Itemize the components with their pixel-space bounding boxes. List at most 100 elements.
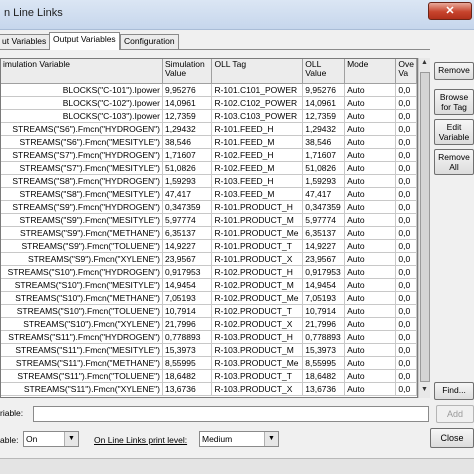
- table-cell: R-101.PRODUCT_X: [211, 252, 304, 266]
- table-cell: STREAMS("S10").Fmcn("METHANE"): [1, 291, 163, 305]
- status-bar: [0, 458, 474, 474]
- table-row[interactable]: BLOCKS("C-103").Ipower 12,7359 R-103.C103_…: [1, 109, 417, 123]
- table-cell: 14,9454: [302, 278, 346, 292]
- table-row[interactable]: STREAMS("S9").Fmcn("MESITYLE") 5,97774 R-1…: [1, 213, 417, 227]
- table-cell: R-101.PRODUCT_Me: [211, 226, 304, 240]
- table-row[interactable]: STREAMS("S11").Fmcn("HYDROGEN") 0,778893 R…: [1, 330, 417, 344]
- table-cell: Auto: [344, 291, 397, 305]
- browse-for-tag-button[interactable]: Browse for Tag: [434, 89, 474, 115]
- table-cell: Auto: [344, 135, 397, 149]
- table-cell: 10,7914: [302, 304, 346, 318]
- table-cell: STREAMS("S9").Fmcn("TOLUENE"): [1, 239, 163, 253]
- column-header[interactable]: Ove Va: [395, 59, 417, 84]
- table-cell: 1,59293: [162, 174, 213, 188]
- table-cell: 0,0: [395, 226, 417, 240]
- table-cell: 15,3973: [162, 343, 213, 357]
- table-row[interactable]: BLOCKS("C-101").Ipower 9,95276 R-101.C101_…: [1, 83, 417, 97]
- variable-input[interactable]: [33, 406, 429, 422]
- table-cell: 0,917953: [302, 265, 346, 279]
- table-row[interactable]: STREAMS("S10").Fmcn("MESITYLE") 14,9454 R-…: [1, 278, 417, 292]
- table-row[interactable]: STREAMS("S9").Fmcn("METHANE") 6,35137 R-10…: [1, 226, 417, 240]
- add-button[interactable]: Add: [436, 405, 474, 423]
- table-row[interactable]: STREAMS("S8").Fmcn("HYDROGEN") 1,59293 R-1…: [1, 174, 417, 188]
- scrollbar-thumb[interactable]: [420, 72, 430, 382]
- scroll-down-icon[interactable]: ▼: [421, 386, 428, 393]
- table-cell: Auto: [344, 304, 397, 318]
- table-row[interactable]: STREAMS("S11").Fmcn("XYLENE") 13,6736 R-10…: [1, 382, 417, 396]
- find-button[interactable]: Find...: [434, 382, 474, 400]
- table-cell: 1,71607: [162, 148, 213, 162]
- table-cell: 0,0: [395, 330, 417, 344]
- table-cell: Auto: [344, 265, 397, 279]
- column-header[interactable]: OLL Value: [302, 59, 346, 84]
- table-cell: R-101.FEED_M: [211, 135, 304, 149]
- chevron-down-icon[interactable]: ▼: [264, 432, 278, 446]
- print-level-select[interactable]: Medium ▼: [199, 431, 279, 447]
- table-cell: R-101.PRODUCT_H: [211, 200, 304, 214]
- table-cell: 14,0961: [302, 96, 346, 110]
- table-cell: R-102.PRODUCT_X: [211, 317, 304, 331]
- table-cell: 0,0: [395, 369, 417, 383]
- table-row[interactable]: STREAMS("S7").Fmcn("MESITYLE") 51,0826 R-1…: [1, 161, 417, 175]
- table-cell: 0,0: [395, 148, 417, 162]
- table-cell: STREAMS("S10").Fmcn("MESITYLE"): [1, 278, 163, 292]
- table-row[interactable]: STREAMS("S11").Fmcn("METHANE") 8,55995 R-1…: [1, 356, 417, 370]
- column-header[interactable]: Mode: [344, 59, 397, 84]
- table-row[interactable]: STREAMS("S9").Fmcn("HYDROGEN") 0,347359 R-…: [1, 200, 417, 214]
- table-row[interactable]: STREAMS("S9").Fmcn("TOLUENE") 14,9227 R-10…: [1, 239, 417, 253]
- table-cell: 5,97774: [162, 213, 213, 227]
- table-cell: STREAMS("S10").Fmcn("XYLENE"): [1, 317, 163, 331]
- remove-button[interactable]: Remove: [434, 62, 474, 80]
- table-cell: 0,0: [395, 122, 417, 136]
- table-cell: 0,917953: [162, 265, 213, 279]
- table-cell: 13,6736: [302, 382, 346, 396]
- table-row[interactable]: STREAMS("S11").Fmcn("TOLUENE") 18,6482 R-1…: [1, 369, 417, 383]
- chevron-down-icon[interactable]: ▼: [64, 432, 78, 446]
- table-cell: 0,0: [395, 96, 417, 110]
- window-close-button[interactable]: ✕: [428, 2, 472, 20]
- table-row[interactable]: STREAMS("S8").Fmcn("MESITYLE") 47,417 R-10…: [1, 187, 417, 201]
- remove-all-button[interactable]: Remove All: [434, 149, 474, 175]
- tab-output-variables[interactable]: Output Variables: [49, 32, 120, 50]
- column-header[interactable]: OLL Tag: [211, 59, 304, 84]
- table-cell: Auto: [344, 122, 397, 136]
- table-row[interactable]: STREAMS("S9").Fmcn("XYLENE") 23,9567 R-101…: [1, 252, 417, 266]
- table-cell: Auto: [344, 369, 397, 383]
- table-row[interactable]: STREAMS("S10").Fmcn("TOLUENE") 10,7914 R-1…: [1, 304, 417, 318]
- table-row[interactable]: STREAMS("S6").Fmcn("MESITYLE") 38,546 R-10…: [1, 135, 417, 149]
- table-row[interactable]: STREAMS("S7").Fmcn("HYDROGEN") 1,71607 R-1…: [1, 148, 417, 162]
- enable-select[interactable]: On ▼: [23, 431, 79, 447]
- table-cell: STREAMS("S11").Fmcn("HYDROGEN"): [1, 330, 163, 344]
- table-row[interactable]: BLOCKS("C-102").Ipower 14,0961 R-102.C102_…: [1, 96, 417, 110]
- close-button[interactable]: Close: [430, 428, 474, 448]
- table-cell: 1,59293: [302, 174, 346, 188]
- table-body: BLOCKS("C-101").Ipower 9,95276 R-101.C101_…: [1, 83, 417, 396]
- table-cell: Auto: [344, 148, 397, 162]
- table-cell: 38,546: [302, 135, 346, 149]
- table-cell: 0,0: [395, 109, 417, 123]
- variables-grid[interactable]: imulation Variable Simulation Value OLL Ta…: [0, 58, 418, 398]
- table-cell: 18,6482: [162, 369, 213, 383]
- table-cell: R-102.C102_POWER: [211, 96, 304, 110]
- table-row[interactable]: STREAMS("S10").Fmcn("XYLENE") 21,7996 R-10…: [1, 317, 417, 331]
- edit-variable-button[interactable]: Edit Variable: [434, 119, 474, 145]
- table-row[interactable]: STREAMS("S10").Fmcn("METHANE") 7,05193 R-1…: [1, 291, 417, 305]
- table-cell: Auto: [344, 356, 397, 370]
- table-cell: R-102.PRODUCT_M: [211, 278, 304, 292]
- table-row[interactable]: STREAMS("S11").Fmcn("MESITYLE") 15,3973 R-…: [1, 343, 417, 357]
- table-cell: STREAMS("S11").Fmcn("METHANE"): [1, 356, 163, 370]
- table-row[interactable]: STREAMS("S6").Fmcn("HYDROGEN") 1,29432 R-1…: [1, 122, 417, 136]
- table-cell: R-103.FEED_M: [211, 187, 304, 201]
- table-cell: 38,546: [162, 135, 213, 149]
- table-row[interactable]: STREAMS("S10").Fmcn("HYDROGEN") 0,917953 R…: [1, 265, 417, 279]
- table-cell: R-103.PRODUCT_M: [211, 343, 304, 357]
- column-header[interactable]: imulation Variable: [1, 59, 163, 84]
- table-cell: 14,9454: [162, 278, 213, 292]
- table-cell: 0,0: [395, 135, 417, 149]
- tab-input-variables[interactable]: ut Variables: [0, 34, 51, 49]
- grid-vertical-scrollbar[interactable]: ▲ ▼: [418, 58, 430, 398]
- scroll-up-icon[interactable]: ▲: [421, 59, 428, 66]
- column-header[interactable]: Simulation Value: [162, 59, 213, 84]
- table-cell: 0,0: [395, 161, 417, 175]
- tab-configuration[interactable]: Configuration: [120, 34, 179, 49]
